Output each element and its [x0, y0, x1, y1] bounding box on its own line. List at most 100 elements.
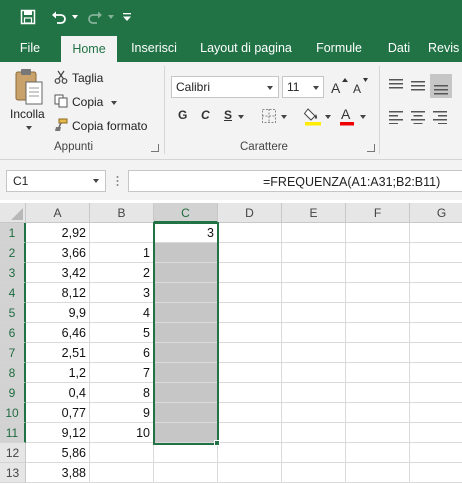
decrease-font-icon[interactable]: A — [352, 77, 370, 97]
cell-a9[interactable]: 0,4 — [26, 383, 90, 403]
italic-button[interactable]: C — [201, 108, 210, 122]
cell-e7[interactable] — [282, 343, 346, 363]
cut-icon[interactable] — [54, 70, 68, 84]
column-header-d[interactable]: D — [218, 203, 282, 223]
cell-g1[interactable] — [410, 223, 462, 243]
tab-insert[interactable]: Inserisci — [125, 34, 183, 62]
cell-b7[interactable]: 6 — [90, 343, 154, 363]
align-center-icon[interactable] — [410, 110, 426, 124]
cell-c8[interactable] — [154, 363, 218, 383]
cell-a6[interactable]: 6,46 — [26, 323, 90, 343]
paste-button[interactable]: Incolla — [10, 107, 45, 121]
tab-home[interactable]: Home — [61, 36, 117, 62]
cell-a5[interactable]: 9,9 — [26, 303, 90, 323]
cell-c12[interactable] — [154, 443, 218, 463]
cell-g2[interactable] — [410, 243, 462, 263]
column-header-f[interactable]: F — [346, 203, 410, 223]
row-header-12[interactable]: 12 — [0, 443, 26, 463]
cell-a2[interactable]: 3,66 — [26, 243, 90, 263]
row-header-9[interactable]: 9 — [0, 383, 26, 403]
row-header-8[interactable]: 8 — [0, 363, 26, 383]
cell-b6[interactable]: 5 — [90, 323, 154, 343]
copy-dropdown-icon[interactable] — [111, 101, 117, 105]
tab-page-layout[interactable]: Layout di pagina — [193, 34, 299, 62]
cell-d4[interactable] — [218, 283, 282, 303]
underline-button[interactable]: S — [224, 108, 232, 122]
row-header-6[interactable]: 6 — [0, 323, 26, 343]
row-header-4[interactable]: 4 — [0, 283, 26, 303]
cell-d13[interactable] — [218, 463, 282, 483]
worksheet-grid[interactable]: A B C D E F G 1 2,92 3 2 3,66 1 3 3,42 2 4 8,12 3 5 9… — [0, 203, 462, 484]
cell-g4[interactable] — [410, 283, 462, 303]
cell-f8[interactable] — [346, 363, 410, 383]
font-name-dropdown-icon[interactable] — [267, 86, 273, 90]
cell-g9[interactable] — [410, 383, 462, 403]
undo-dropdown-icon[interactable] — [70, 6, 80, 28]
row-header-2[interactable]: 2 — [0, 243, 26, 263]
tab-data[interactable]: Dati — [380, 34, 418, 62]
column-header-a[interactable]: A — [26, 203, 90, 223]
cell-c4[interactable] — [154, 283, 218, 303]
cell-c1[interactable]: 3 — [154, 223, 218, 243]
cell-d1[interactable] — [218, 223, 282, 243]
cell-f2[interactable] — [346, 243, 410, 263]
cell-d6[interactable] — [218, 323, 282, 343]
cell-a12[interactable]: 5,86 — [26, 443, 90, 463]
cell-a13[interactable]: 3,88 — [26, 463, 90, 483]
cell-a3[interactable]: 3,42 — [26, 263, 90, 283]
cell-d11[interactable] — [218, 423, 282, 443]
cell-b2[interactable]: 1 — [90, 243, 154, 263]
align-bottom-icon[interactable] — [430, 74, 452, 98]
cell-f6[interactable] — [346, 323, 410, 343]
row-header-3[interactable]: 3 — [0, 263, 26, 283]
cell-e12[interactable] — [282, 443, 346, 463]
align-left-icon[interactable] — [388, 110, 404, 124]
cell-e3[interactable] — [282, 263, 346, 283]
cell-d12[interactable] — [218, 443, 282, 463]
clipboard-launcher-icon[interactable] — [151, 144, 159, 152]
fill-color-dropdown-icon[interactable] — [325, 115, 331, 119]
clipboard-icon[interactable] — [14, 68, 44, 106]
cell-d8[interactable] — [218, 363, 282, 383]
cell-f9[interactable] — [346, 383, 410, 403]
cell-e6[interactable] — [282, 323, 346, 343]
cell-d7[interactable] — [218, 343, 282, 363]
cell-c5[interactable] — [154, 303, 218, 323]
cell-g6[interactable] — [410, 323, 462, 343]
name-box-dropdown-icon[interactable] — [93, 179, 99, 183]
row-header-5[interactable]: 5 — [0, 303, 26, 323]
customize-icon[interactable] — [120, 6, 134, 28]
bold-button[interactable]: G — [178, 108, 187, 122]
underline-dropdown-icon[interactable] — [238, 115, 244, 119]
cell-a10[interactable]: 0,77 — [26, 403, 90, 423]
cell-f13[interactable] — [346, 463, 410, 483]
cell-e13[interactable] — [282, 463, 346, 483]
borders-dropdown-icon[interactable] — [281, 115, 287, 119]
tab-formulas[interactable]: Formule — [308, 34, 370, 62]
cell-d5[interactable] — [218, 303, 282, 323]
cell-d2[interactable] — [218, 243, 282, 263]
cell-d3[interactable] — [218, 263, 282, 283]
row-header-1[interactable]: 1 — [0, 223, 26, 243]
copy-button[interactable]: Copia — [72, 95, 103, 109]
cell-f11[interactable] — [346, 423, 410, 443]
cell-e5[interactable] — [282, 303, 346, 323]
font-size-combo[interactable]: 11 — [282, 76, 324, 98]
tab-file[interactable]: File — [8, 34, 52, 62]
cell-g13[interactable] — [410, 463, 462, 483]
align-middle-icon[interactable] — [410, 78, 426, 92]
cell-g5[interactable] — [410, 303, 462, 323]
cell-g12[interactable] — [410, 443, 462, 463]
cell-b12[interactable] — [90, 443, 154, 463]
save-icon[interactable] — [16, 6, 40, 28]
cell-b10[interactable]: 9 — [90, 403, 154, 423]
cell-c3[interactable] — [154, 263, 218, 283]
increase-font-icon[interactable]: A — [330, 77, 348, 97]
font-launcher-icon[interactable] — [367, 144, 375, 152]
select-all-corner[interactable] — [0, 203, 26, 223]
cell-b8[interactable]: 7 — [90, 363, 154, 383]
font-name-combo[interactable]: Calibri — [171, 76, 279, 98]
cell-c10[interactable] — [154, 403, 218, 423]
cell-g7[interactable] — [410, 343, 462, 363]
cell-b3[interactable]: 2 — [90, 263, 154, 283]
